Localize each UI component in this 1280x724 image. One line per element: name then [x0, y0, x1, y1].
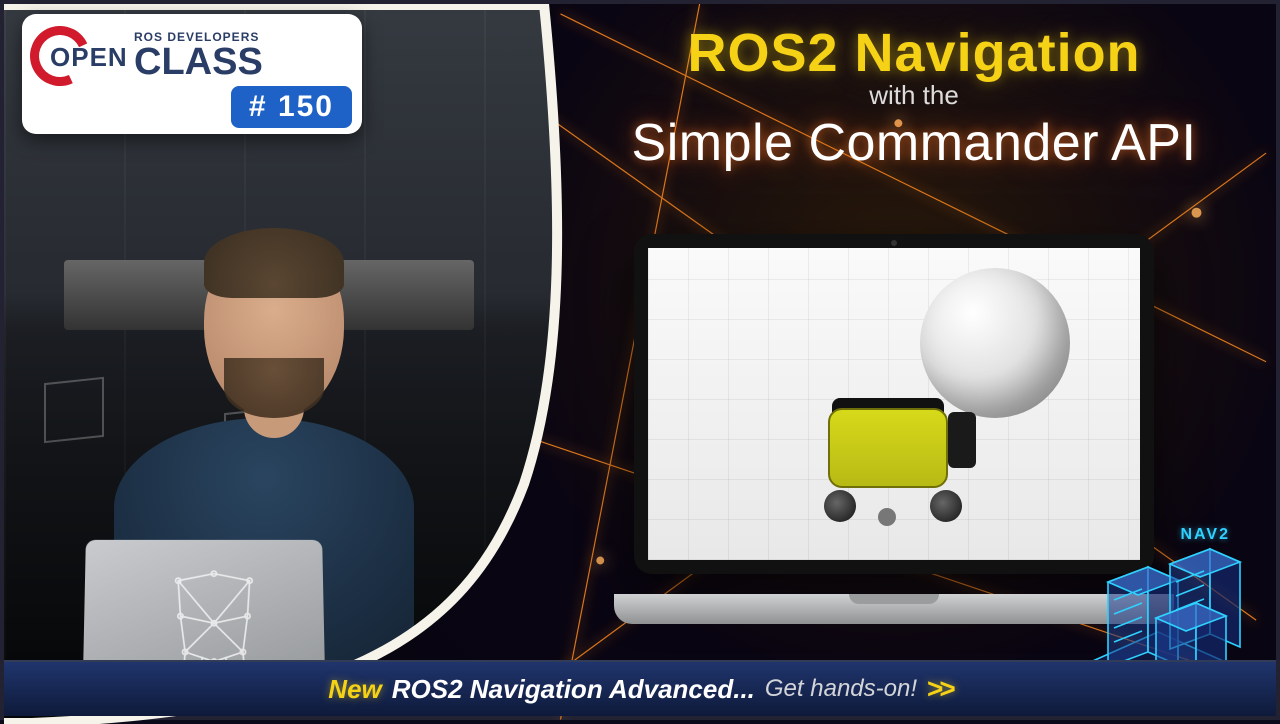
- course-promo-bar[interactable]: New ROS2 Navigation Advanced... Get hand…: [4, 660, 1276, 716]
- course-name: ROS2 Navigation Advanced...: [392, 674, 755, 705]
- open-word: OPEN: [50, 42, 128, 73]
- title-line-1: ROS2 Navigation: [564, 22, 1264, 84]
- sphere-obstacle: [920, 268, 1070, 418]
- course-cta: Get hands-on!: [765, 675, 917, 703]
- sim-viewport: [648, 248, 1140, 560]
- open-logo: OPEN: [30, 20, 126, 90]
- title-line-3: Simple Commander API: [564, 113, 1264, 173]
- presenter-person: [54, 198, 474, 718]
- open-class-badge: OPEN ROS DEVELOPERS CLASS # 150: [22, 14, 362, 134]
- mobile-robot: [818, 398, 968, 518]
- badge-class-word: CLASS: [134, 44, 263, 80]
- title-line-2: with the: [564, 80, 1264, 111]
- thumbnail-canvas: OPEN ROS DEVELOPERS CLASS # 150 ROS2 Nav…: [0, 0, 1280, 720]
- title-block: ROS2 Navigation with the Simple Commande…: [564, 22, 1264, 173]
- episode-number: # 150: [231, 86, 352, 128]
- new-label: New: [328, 674, 381, 705]
- chevron-right-icon: >>: [927, 673, 952, 705]
- nav2-label: NAV2: [1181, 526, 1231, 544]
